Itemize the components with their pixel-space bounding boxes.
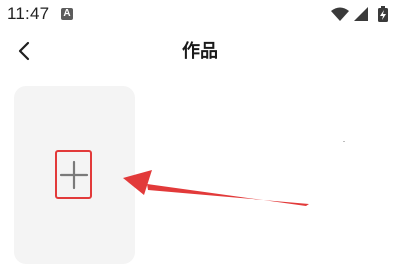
wifi-icon <box>331 7 349 21</box>
plus-icon[interactable] <box>58 159 90 191</box>
battery-charging-icon <box>378 6 388 22</box>
status-time: 11:47 <box>7 4 50 23</box>
page-title: 作品 <box>182 41 218 62</box>
annotation-arrow <box>123 170 309 206</box>
app-notification-icon: A <box>61 8 73 20</box>
status-bar: 11:47 A <box>0 0 400 28</box>
signal-icon <box>354 7 368 21</box>
status-icons <box>331 6 388 22</box>
stray-dot <box>343 141 345 142</box>
